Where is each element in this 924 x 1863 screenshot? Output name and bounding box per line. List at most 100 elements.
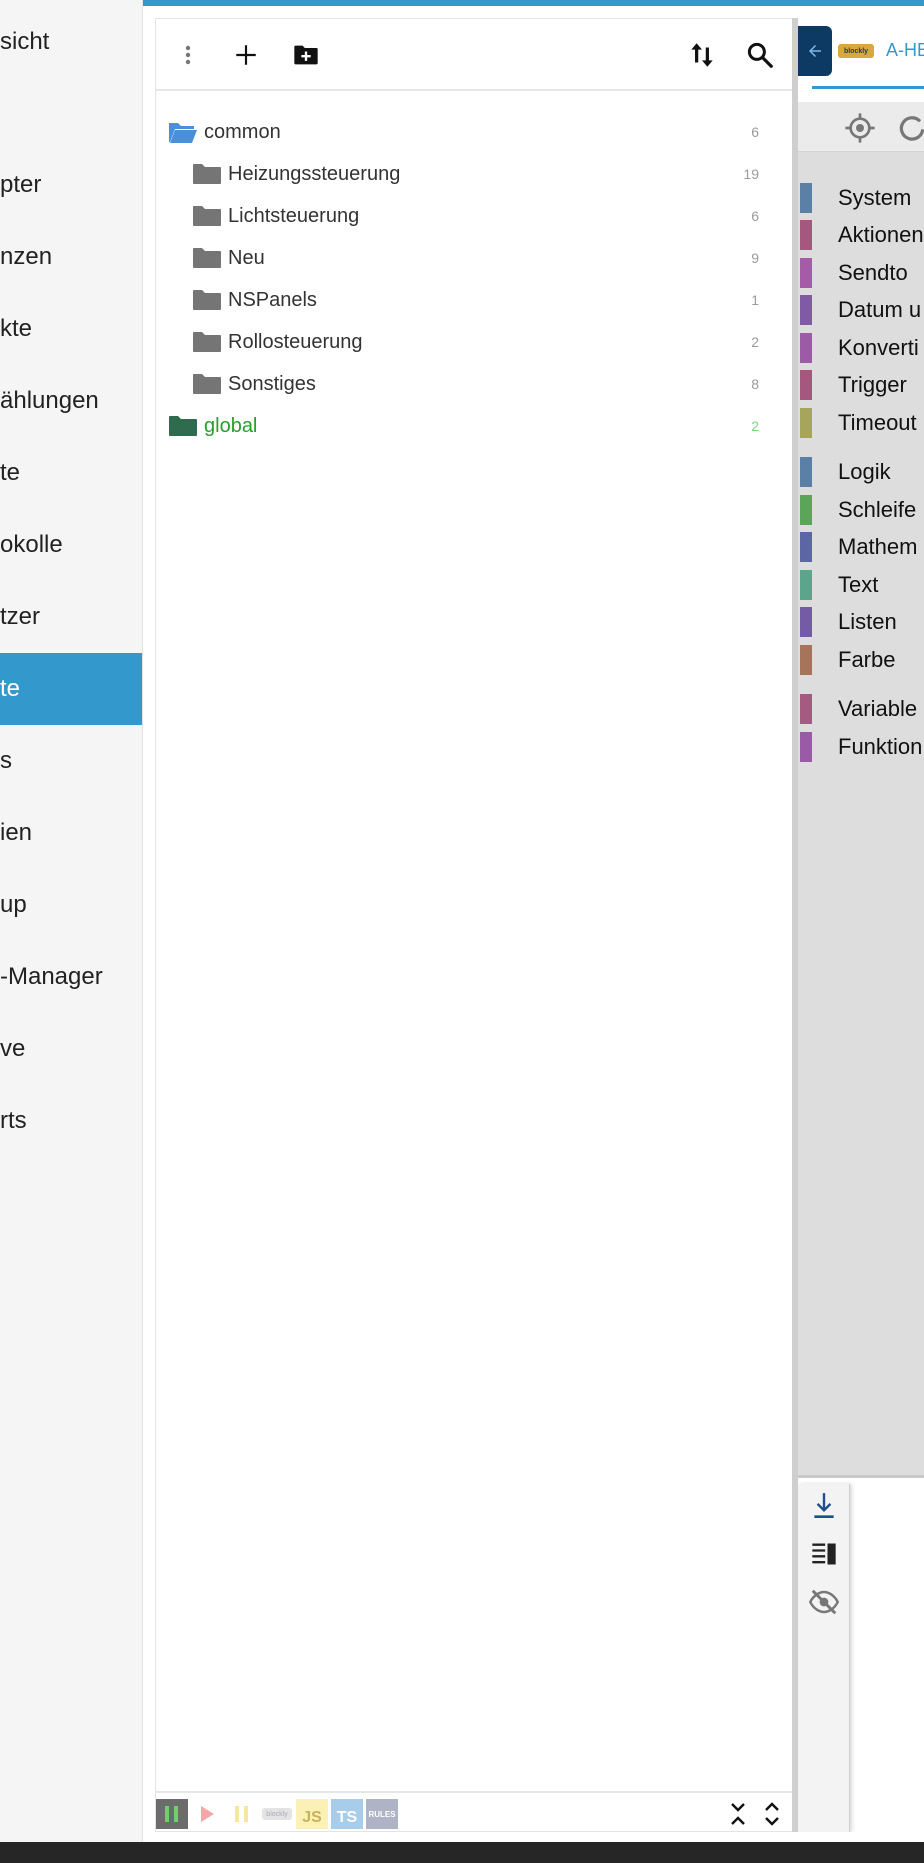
tree-folder-nspanels[interactable]: NSPanels 1 (156, 279, 792, 321)
tree-folder-rollosteuerung[interactable]: Rollosteuerung 2 (156, 321, 792, 363)
category-color-bar (800, 258, 812, 288)
add-script-button[interactable] (224, 33, 268, 77)
toolbox-category[interactable]: Trigger (798, 368, 924, 402)
category-color-bar (800, 183, 812, 213)
sidebar-item-4[interactable]: ählungen (0, 365, 142, 437)
toolbox-category[interactable]: Listen (798, 605, 924, 639)
toolbox-category[interactable]: Aktionen (798, 218, 924, 252)
sort-arrows-icon (691, 43, 713, 67)
folder-icon (193, 374, 221, 394)
back-button[interactable] (798, 26, 832, 76)
script-editor-panel: blockly A-HE System Aktionen Sendto Datu… (798, 18, 924, 1832)
sidebar-item-13[interactable]: ve (0, 1013, 142, 1085)
sidebar-item-7[interactable]: tzer (0, 581, 142, 653)
folder-label: Neu (228, 246, 265, 269)
toolbox-category[interactable]: System (798, 181, 924, 215)
toolbox-category[interactable]: Konverti (798, 331, 924, 365)
category-color-bar (800, 732, 812, 762)
toolbox-category[interactable]: Timeout (798, 406, 924, 440)
script-tab-title[interactable]: A-HE (886, 40, 924, 61)
folder-count: 19 (743, 166, 759, 182)
category-color-bar (800, 495, 812, 525)
folder-label: NSPanels (228, 288, 317, 311)
plus-icon (236, 45, 256, 65)
create-folder-icon (294, 45, 318, 65)
vertical-split-icon (812, 1543, 836, 1565)
sort-button[interactable] (680, 33, 724, 77)
sidebar-item-11[interactable]: up (0, 869, 142, 941)
more-menu-button[interactable] (166, 33, 210, 77)
toolbox-category[interactable]: Sendto (798, 256, 924, 290)
collapse-chevrons-icon (731, 1803, 745, 1825)
expand-chevrons-icon (765, 1802, 779, 1826)
scroll-down-button[interactable] (804, 1486, 844, 1526)
toggle-layout-button[interactable] (804, 1534, 844, 1574)
folder-count: 2 (751, 334, 759, 350)
folder-count: 6 (751, 208, 759, 224)
search-button[interactable] (738, 33, 782, 77)
tree-footer-toolbar: blockly JS TS RULES (156, 1791, 792, 1831)
toolbox-category[interactable]: Text (798, 568, 924, 602)
toolbox-category[interactable]: Funktion (798, 730, 924, 764)
locate-button[interactable] (844, 112, 876, 144)
sidebar-item-5[interactable]: te (0, 437, 142, 509)
run-button[interactable] (191, 1799, 223, 1829)
sidebar-item-9[interactable]: s (0, 725, 142, 797)
ts-filter-button[interactable]: TS (331, 1799, 363, 1829)
toolbox-category[interactable]: Farbe (798, 643, 924, 677)
toolbox-category[interactable]: Mathem (798, 530, 924, 564)
rules-filter-button[interactable]: RULES (366, 1799, 398, 1829)
sidebar-item-0[interactable]: sicht (0, 6, 142, 78)
sidebar-item-2[interactable]: nzen (0, 221, 142, 293)
tree-folder-lichtsteuerung[interactable]: Lichtsteuerung 6 (156, 195, 792, 237)
tree-folder-common[interactable]: common 6 (156, 111, 792, 153)
refresh-button[interactable] (896, 112, 924, 144)
toolbox-category[interactable]: Variable (798, 692, 924, 726)
tree-folder-heizungssteuerung[interactable]: Heizungssteuerung 19 (156, 153, 792, 195)
js-filter-button[interactable]: JS (296, 1799, 328, 1829)
collapse-all-button[interactable] (722, 1799, 754, 1829)
sidebar-item-12[interactable]: -Manager (0, 941, 142, 1013)
category-color-bar (800, 570, 812, 600)
sidebar-item-10[interactable]: ien (0, 797, 142, 869)
sidebar-item-3[interactable]: kte (0, 293, 142, 365)
folder-count: 9 (751, 250, 759, 266)
tree-folder-sonstiges[interactable]: Sonstiges 8 (156, 363, 792, 405)
sidebar-item-8-active[interactable]: te (0, 653, 142, 725)
toggle-visibility-button[interactable] (804, 1582, 844, 1622)
eye-off-icon (809, 1589, 839, 1615)
js-badge: JS (302, 1809, 322, 1826)
pause-button[interactable] (226, 1799, 258, 1829)
category-color-bar (800, 295, 812, 325)
expand-all-button[interactable] (756, 1799, 788, 1829)
global-folder-icon (169, 416, 197, 436)
play-icon (201, 1806, 214, 1822)
pause-all-button[interactable] (156, 1799, 188, 1829)
crosshair-icon (845, 113, 875, 143)
arrow-down-to-line-icon (814, 1493, 834, 1518)
rules-badge: RULES (368, 1809, 396, 1819)
toolbox-category[interactable]: Schleife (798, 493, 924, 527)
more-vert-icon (185, 45, 191, 65)
sidebar-item-14[interactable]: rts (0, 1085, 142, 1157)
category-color-bar (800, 457, 812, 487)
blockly-filter-button[interactable]: blockly (261, 1799, 293, 1829)
folder-label: global (204, 414, 258, 437)
folder-open-icon (169, 123, 197, 143)
sidebar-item-6[interactable]: okolle (0, 509, 142, 581)
toolbox-category[interactable]: Logik (798, 455, 924, 489)
tree-folder-neu[interactable]: Neu 9 (156, 237, 792, 279)
ts-badge: TS (336, 1809, 358, 1826)
tree-folder-global[interactable]: global 2 (156, 405, 792, 447)
blockly-logo-icon: blockly (838, 44, 874, 58)
folder-icon (193, 248, 221, 268)
add-folder-button[interactable] (284, 33, 328, 77)
tree-toolbar (156, 19, 792, 91)
folder-icon (193, 164, 221, 184)
toolbox-category[interactable]: Datum u (798, 293, 924, 327)
category-color-bar (800, 408, 812, 438)
folder-count: 8 (751, 376, 759, 392)
sidebar-item-1[interactable]: pter (0, 149, 142, 221)
admin-sidebar: sicht pter nzen kte ählungen te okolle t… (0, 0, 143, 1842)
folder-count: 6 (751, 124, 759, 140)
